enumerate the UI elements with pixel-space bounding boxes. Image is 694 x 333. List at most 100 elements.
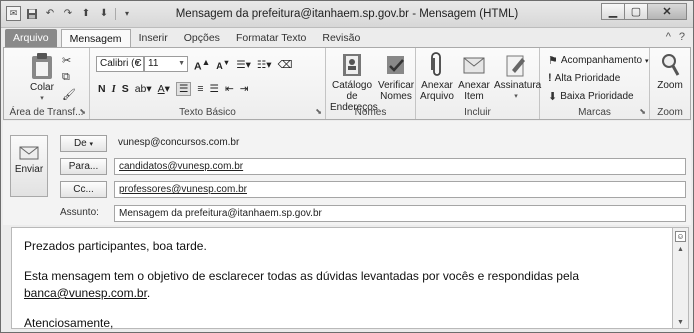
scroll-up-icon[interactable]: ▲ <box>673 246 688 253</box>
tags-launcher-icon[interactable]: ⬊ <box>639 107 646 116</box>
flag-icon: ⚑ <box>548 55 558 67</box>
group-label-basic-text: Texto Básico <box>179 107 236 118</box>
align-center-icon[interactable]: ≡ <box>197 83 203 95</box>
attach-item-button[interactable]: Anexar Item <box>456 52 492 102</box>
align-right-icon[interactable]: ☰ <box>210 83 219 95</box>
group-label-include: Incluir <box>464 107 491 118</box>
attach-file-label: Anexar Arquivo <box>420 80 454 102</box>
high-priority-button[interactable]: ! Alta Prioridade <box>548 72 620 84</box>
from-button-label: De <box>73 138 87 149</box>
scroll-down-icon[interactable]: ▼ <box>673 319 688 326</box>
font-name-select[interactable]: Calibri (C ▼ <box>96 56 144 72</box>
italic-button[interactable]: I <box>112 84 116 95</box>
down-arrow-icon: ⬇ <box>548 91 558 103</box>
font-size-value: 11 <box>148 58 159 69</box>
send-button[interactable]: Enviar <box>10 135 48 197</box>
to-button[interactable]: Para... <box>60 158 107 175</box>
to-address[interactable]: candidatos@vunesp.com.br <box>119 161 243 172</box>
basic-text-launcher-icon[interactable]: ⬊ <box>315 107 322 116</box>
cc-button[interactable]: Cc... <box>60 181 107 198</box>
address-book-icon <box>343 54 361 76</box>
from-button[interactable]: De ▾ <box>60 135 107 152</box>
outlook-message-window: ✉ ↶ ↷ ⬆ ⬇ ▾ Mensagem da prefeitura@itanh… <box>0 0 694 333</box>
zoom-label: Zoom <box>657 80 683 91</box>
group-clipboard: Colar ▾ ✂ ⧉ 🖌 Área de Transf... ⬊ <box>4 48 90 119</box>
minimize-button[interactable]: ▁ <box>601 3 625 20</box>
maximize-button[interactable]: ▢ <box>624 3 648 20</box>
check-names-button[interactable]: Verificar Nomes <box>378 52 414 102</box>
copy-button[interactable]: ⧉ <box>62 71 70 84</box>
underline-button[interactable]: S <box>122 83 129 95</box>
chevron-down-icon: ▼ <box>134 60 141 67</box>
cc-field[interactable]: professores@vunesp.com.br <box>114 181 686 198</box>
ribbon: Colar ▾ ✂ ⧉ 🖌 Área de Transf... ⬊ Calibr… <box>3 47 691 120</box>
high-priority-label: Alta Prioridade <box>554 72 621 84</box>
cut-button[interactable]: ✂ <box>62 54 71 67</box>
group-label-clipboard: Área de Transf... <box>9 107 84 118</box>
envelope-icon <box>463 57 485 74</box>
group-include: Anexar Arquivo Anexar Item Assinatura ▾ … <box>416 48 542 119</box>
tab-mensagem[interactable]: Mensagem <box>60 29 131 48</box>
paperclip-icon <box>431 52 441 76</box>
ruler-toggle-icon[interactable]: ☺ <box>675 231 686 242</box>
body-greeting: Prezados participantes, boa tarde. <box>24 239 207 253</box>
paste-label: Colar <box>30 82 54 93</box>
subject-field[interactable]: Mensagem da prefeitura@itanhaem.sp.gov.b… <box>114 205 686 222</box>
ribbon-tab-extras: ^ ? <box>666 31 685 43</box>
font-size-select[interactable]: 11 ▼ <box>144 56 188 72</box>
shrink-font-button[interactable]: A▼ <box>216 58 230 71</box>
bullets-icon[interactable]: ☰▾ <box>236 59 251 71</box>
window-controls: ▁ ▢ ✕ <box>601 3 687 20</box>
close-button[interactable]: ✕ <box>647 3 687 20</box>
magnifier-icon <box>662 54 680 76</box>
clipboard-icon <box>32 53 52 79</box>
tab-inserir[interactable]: Inserir <box>131 29 176 48</box>
clipboard-launcher-icon[interactable]: ⬊ <box>79 107 86 116</box>
chevron-down-icon: ▼ <box>178 60 185 67</box>
send-icon <box>19 146 39 160</box>
body-email-link[interactable]: banca@vunesp.com.br <box>24 286 147 300</box>
tab-revisao[interactable]: Revisão <box>314 29 368 48</box>
tab-formatar-texto[interactable]: Formatar Texto <box>228 29 314 48</box>
send-label: Enviar <box>14 164 44 175</box>
format-painter-button[interactable]: 🖌 <box>62 88 76 101</box>
title-bar: ✉ ↶ ↷ ⬆ ⬇ ▾ Mensagem da prefeitura@itanh… <box>1 1 693 28</box>
message-body[interactable]: Prezados participantes, boa tarde. Esta … <box>11 227 673 330</box>
tab-arquivo[interactable]: Arquivo <box>5 29 57 48</box>
help-icon[interactable]: ? <box>679 31 685 43</box>
vertical-scrollbar[interactable]: ☺ ▲ ▼ <box>673 227 689 329</box>
align-left-icon[interactable]: ☰ <box>175 82 192 96</box>
group-zoom: Zoom Zoom <box>650 48 690 119</box>
clear-format-icon[interactable]: ⌫ <box>278 59 293 71</box>
check-names-icon <box>387 56 404 74</box>
minimize-ribbon-icon[interactable]: ^ <box>666 31 671 43</box>
signature-button[interactable]: Assinatura ▾ <box>494 52 542 102</box>
grow-font-button[interactable]: A▲ <box>194 57 210 73</box>
copy-icon: ⧉ <box>62 71 70 83</box>
body-paragraph: Esta mensagem tem o objetivo de esclarec… <box>24 269 579 300</box>
group-basic-text: Calibri (C ▼ 11 ▼ A▲ A▼ ☰▾ ☷▾ ⌫ N I S ab▾ … <box>90 48 326 119</box>
group-label-tags: Marcas <box>578 107 611 118</box>
body-closing: Atenciosamente, <box>24 316 114 330</box>
highlight-icon[interactable]: ab▾ <box>135 83 152 95</box>
numbering-icon[interactable]: ☷▾ <box>257 59 272 71</box>
to-field[interactable]: candidatos@vunesp.com.br <box>114 158 686 175</box>
signature-icon <box>506 55 525 77</box>
follow-up-button[interactable]: ⚑ Acompanhamento ▾ <box>548 54 649 67</box>
low-priority-button[interactable]: ⬇ Baixa Prioridade <box>548 90 634 103</box>
bold-button[interactable]: N <box>98 83 106 95</box>
font-color-icon[interactable]: A▾ <box>158 83 170 95</box>
window-title: Mensagem da prefeitura@itanhaem.sp.gov.b… <box>175 8 519 20</box>
paste-button[interactable]: Colar ▾ <box>22 52 62 104</box>
attach-item-label: Anexar Item <box>458 80 490 102</box>
tab-opcoes[interactable]: Opções <box>176 29 228 48</box>
decrease-indent-icon[interactable]: ⇤ <box>225 83 234 95</box>
increase-indent-icon[interactable]: ⇥ <box>240 83 249 95</box>
font-row-top: A▲ A▼ ☰▾ ☷▾ ⌫ <box>194 57 292 73</box>
address-book-button[interactable]: Catálogo de Endereços <box>330 52 378 113</box>
cc-address[interactable]: professores@vunesp.com.br <box>119 184 247 195</box>
signature-label: Assinatura <box>494 80 542 91</box>
zoom-button[interactable]: Zoom <box>652 52 688 91</box>
scissors-icon: ✂ <box>62 55 72 67</box>
attach-file-button[interactable]: Anexar Arquivo <box>418 52 456 102</box>
